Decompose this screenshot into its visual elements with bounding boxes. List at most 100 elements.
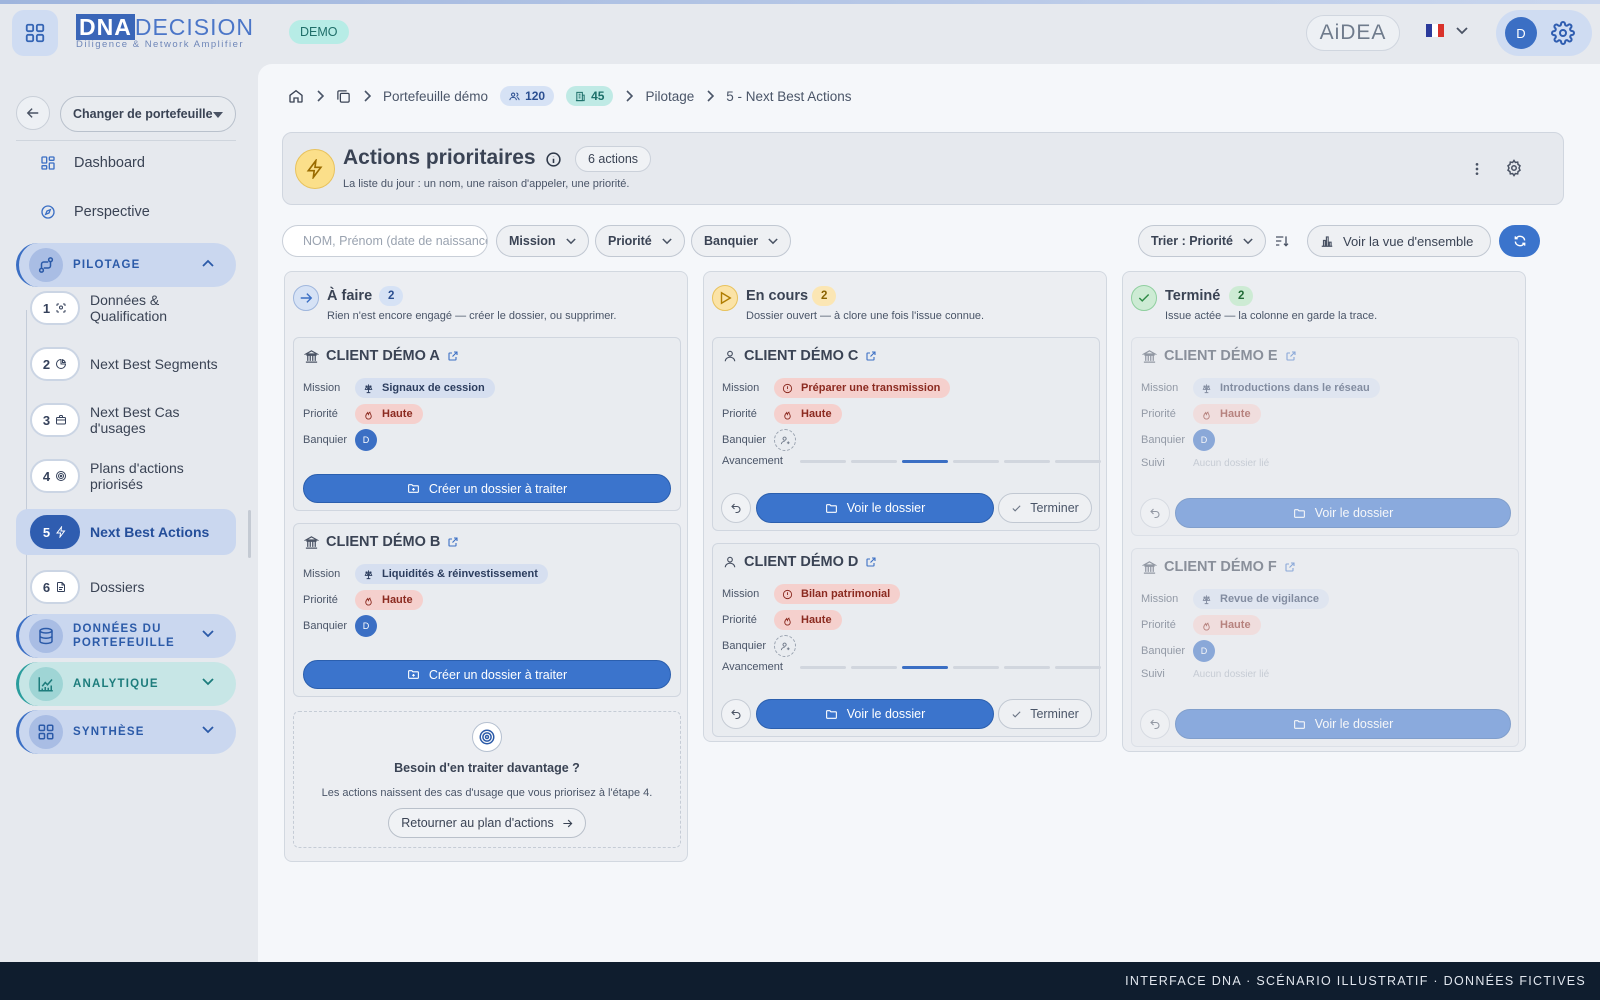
view-dossier-button[interactable]: Voir le dossier <box>756 699 994 729</box>
assign-banker-button[interactable] <box>774 635 796 657</box>
section-synthese[interactable]: SYNTHÈSE <box>16 710 236 754</box>
external-link-icon[interactable] <box>1285 350 1297 362</box>
mission-filter-dropdown[interactable]: Mission <box>496 225 589 257</box>
sort-dropdown[interactable]: Trier : Priorité <box>1138 225 1266 257</box>
step-4-plans-actions[interactable]: 4 Plans d'actions priorisés <box>16 456 236 496</box>
bar-chart-icon <box>1321 236 1333 247</box>
folder-icon <box>1293 719 1305 729</box>
column-count-badge: 2 <box>379 286 404 306</box>
finish-button[interactable]: Terminer <box>998 699 1092 729</box>
breadcrumb: Portefeuille démo 120 45 Pilotage 5 - Ne… <box>288 86 852 106</box>
apps-grid-icon <box>25 23 45 43</box>
revert-button[interactable] <box>721 493 751 523</box>
apps-menu-button[interactable] <box>12 10 58 56</box>
assign-banker-button[interactable] <box>774 429 796 451</box>
step-5-next-best-actions[interactable]: 5 Next Best Actions <box>16 509 236 555</box>
section-analytique[interactable]: ANALYTIQUE <box>16 662 236 706</box>
banker-avatar[interactable]: D <box>355 615 377 637</box>
external-link-icon[interactable] <box>1284 561 1296 573</box>
aidea-assistant-button[interactable]: AiDEA <box>1306 15 1400 51</box>
external-link-icon[interactable] <box>447 350 459 362</box>
refresh-button[interactable] <box>1499 225 1540 257</box>
field-label: Suivi <box>1141 457 1165 469</box>
finish-button[interactable]: Terminer <box>998 493 1092 523</box>
folder-icon <box>825 709 837 719</box>
revert-button[interactable] <box>1140 709 1170 739</box>
app-logo[interactable]: DNA DECISION Diligence & Network Amplifie… <box>76 14 266 55</box>
mission-chip: Revue de vigilance <box>1193 589 1330 609</box>
back-to-action-plan-button[interactable]: Retourner au plan d'actions <box>388 808 586 838</box>
banker-avatar[interactable]: D <box>1193 640 1215 662</box>
page-title: Actions prioritaires <box>343 146 536 169</box>
column-title: À faire <box>327 288 373 304</box>
priority-filter-dropdown[interactable]: Priorité <box>595 225 685 257</box>
action-card: CLIENT DÉMO D Mission Bilan patrimonial P… <box>712 543 1101 737</box>
demo-badge: DEMO <box>289 20 349 44</box>
undo-icon <box>731 709 741 720</box>
settings-gear-icon[interactable] <box>1505 159 1523 177</box>
action-card: CLIENT DÉMO E Mission Introductions dans … <box>1131 337 1519 536</box>
target-icon <box>56 471 67 481</box>
external-link-icon[interactable] <box>447 536 459 548</box>
breadcrumb-current-page: 5 - Next Best Actions <box>726 88 852 104</box>
pie-chart-icon <box>56 358 67 369</box>
revert-button[interactable] <box>721 699 751 729</box>
progress-segment <box>902 459 948 463</box>
action-card: CLIENT DÉMO C Mission Préparer une transm… <box>712 337 1101 531</box>
progress-segment <box>953 459 999 463</box>
sidebar-back-button[interactable] <box>16 96 50 130</box>
mission-chip: Signaux de cession <box>355 378 495 398</box>
field-label: Avancement <box>722 455 783 467</box>
need-more-title: Besoin d'en traiter davantage ? <box>394 761 580 775</box>
step-6-dossiers[interactable]: 6 Dossiers <box>16 567 236 607</box>
user-avatar[interactable]: D <box>1505 17 1537 49</box>
change-portfolio-dropdown[interactable]: Changer de portefeuille <box>60 96 236 132</box>
view-dossier-button[interactable]: Voir le dossier <box>756 493 994 523</box>
sidebar-item-dashboard[interactable]: Dashboard <box>40 155 145 171</box>
view-dossier-button[interactable]: Voir le dossier <box>1175 498 1511 528</box>
external-link-icon[interactable] <box>865 350 877 362</box>
step-number: 6 <box>30 570 80 604</box>
sort-order-icon[interactable] <box>1274 233 1290 249</box>
step-number: 1 <box>30 291 80 325</box>
section-donnees-portefeuille[interactable]: DONNÉES DU PORTEFEUILLE <box>16 614 236 658</box>
home-icon[interactable] <box>288 88 304 104</box>
step-2-next-best-segments[interactable]: 2 Next Best Segments <box>16 344 236 384</box>
client-name: CLIENT DÉMO A <box>326 348 440 364</box>
breadcrumb-section[interactable]: Pilotage <box>645 89 694 104</box>
banker-avatar[interactable]: D <box>355 429 377 451</box>
settings-gear-icon[interactable] <box>1551 21 1575 45</box>
step-1-donnees-qualification[interactable]: 1 Données & Qualification <box>16 288 236 328</box>
create-dossier-button[interactable]: Créer un dossier à traiter <box>303 474 671 503</box>
sidebar-item-perspective[interactable]: Perspective <box>40 204 150 220</box>
action-card: CLIENT DÉMO F Mission Revue de vigilance … <box>1131 548 1519 747</box>
chevron-down-icon <box>202 678 214 686</box>
more-vertical-icon[interactable] <box>1469 161 1485 177</box>
portfolio-stack-icon[interactable] <box>336 89 351 104</box>
actions-count-badge: 6 actions <box>575 146 652 172</box>
progress-segment <box>1055 665 1101 669</box>
play-icon <box>712 285 738 311</box>
overview-button[interactable]: Voir la vue d'ensemble <box>1307 225 1491 257</box>
main-content: Portefeuille démo 120 45 Pilotage 5 - Ne… <box>258 64 1600 962</box>
revert-button[interactable] <box>1140 498 1170 528</box>
external-link-icon[interactable] <box>865 556 877 568</box>
search-input[interactable]: NOM, Prénom (date de naissance) <box>282 225 488 257</box>
chevron-down-icon <box>202 726 214 734</box>
step-3-next-best-cas-usages[interactable]: 3 Next Best Cas d'usages <box>16 400 236 440</box>
progress-segment <box>851 459 897 463</box>
sidebar-item-label: Perspective <box>74 204 150 220</box>
progress-segment <box>953 665 999 669</box>
section-pilotage[interactable]: PILOTAGE <box>16 243 236 287</box>
create-dossier-button[interactable]: Créer un dossier à traiter <box>303 660 671 689</box>
banker-avatar[interactable]: D <box>1193 429 1215 451</box>
sidebar-scrollbar[interactable] <box>248 510 251 558</box>
column-subtitle: Issue actée — la colonne en garde la tra… <box>1165 310 1378 322</box>
breadcrumb-portfolio[interactable]: Portefeuille démo <box>383 89 488 104</box>
info-icon[interactable] <box>545 151 562 168</box>
language-selector[interactable] <box>1426 24 1468 37</box>
field-label: Mission <box>722 382 760 394</box>
banker-filter-dropdown[interactable]: Banquier <box>691 225 792 257</box>
people-icon <box>509 92 520 100</box>
view-dossier-button[interactable]: Voir le dossier <box>1175 709 1511 739</box>
